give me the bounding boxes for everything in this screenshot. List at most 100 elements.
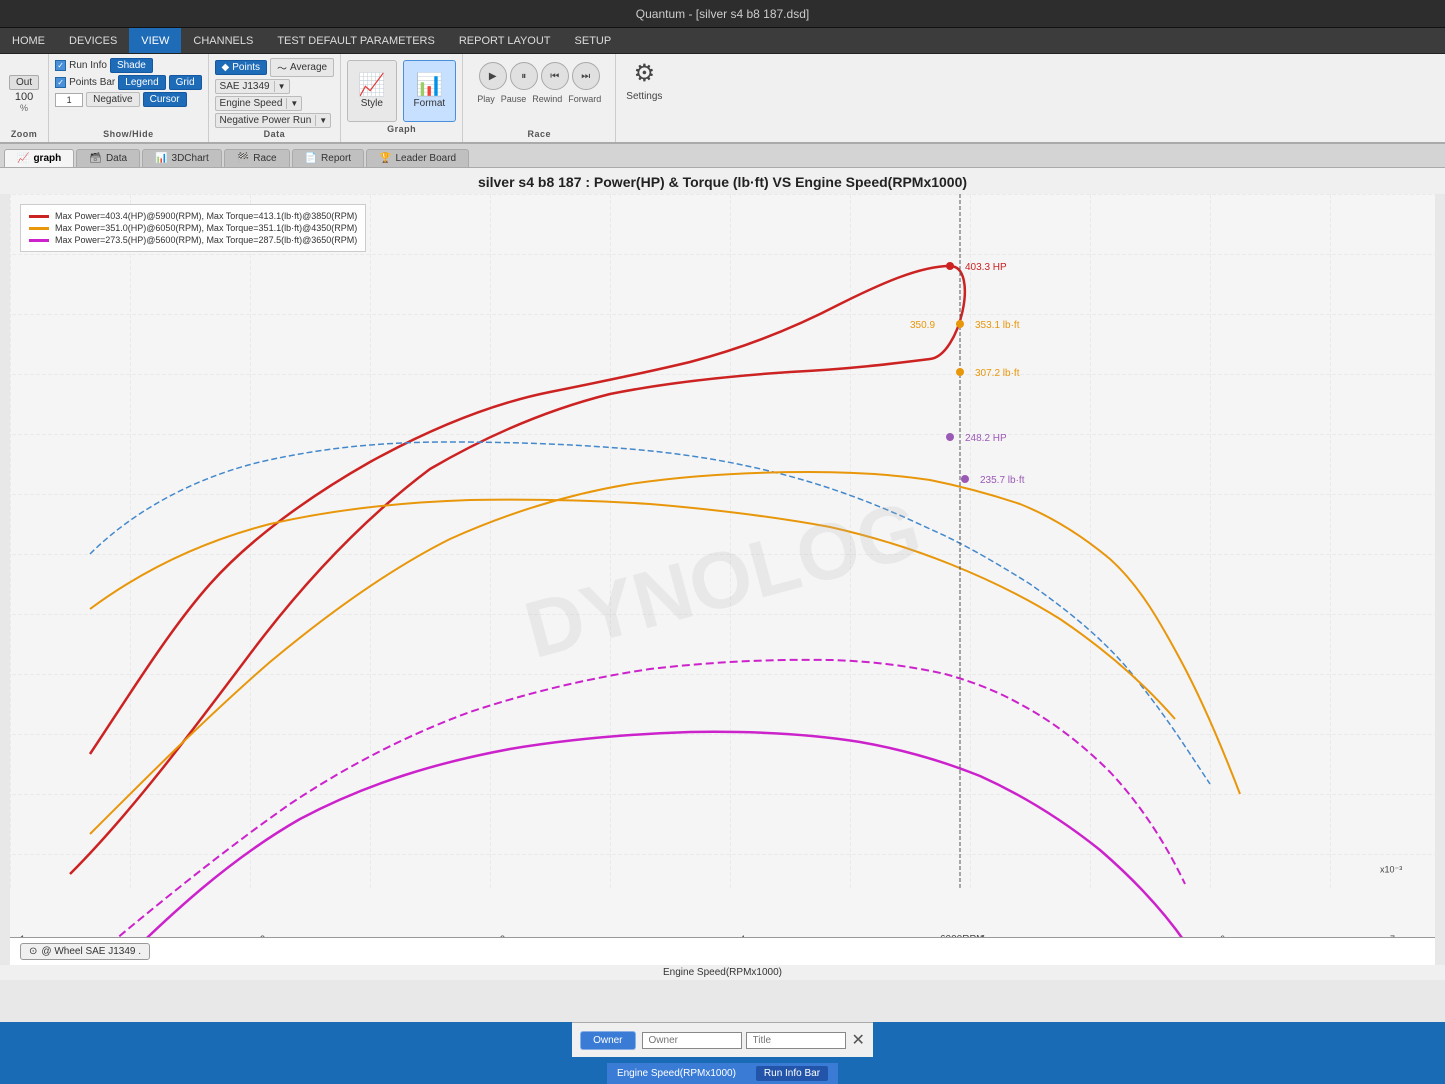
menu-view[interactable]: VIEW [129,28,181,53]
sae-arrow-icon: ▼ [274,81,289,92]
zoom-label: Zoom [0,129,48,139]
settings-button[interactable]: ⚙ Settings [616,54,672,116]
menu-channels[interactable]: CHANNELS [181,28,265,53]
zoom-out-button[interactable]: Out [9,75,39,90]
cursor-button[interactable]: Cursor [143,92,187,107]
graph-tab-label: graph [33,153,61,164]
tab-data[interactable]: 🗃 Data [76,149,140,167]
close-owner-icon[interactable]: ✕ [852,1030,865,1050]
legend-color-2 [29,239,49,242]
wheel-icon: ⊙ [29,946,37,957]
play-button[interactable]: ▶ [479,62,507,90]
forward-button[interactable]: ⏭ [572,62,600,90]
chart-title: silver s4 b8 187 : Power(HP) & Torque (l… [0,168,1445,194]
race-tab-icon: 🏁 [237,153,249,164]
window-title: Quantum - [silver s4 b8 187.dsd] [636,7,809,21]
rpm-bar-speed: Engine Speed(RPMx1000) [617,1068,736,1079]
graph-label: Graph [387,124,416,134]
annotation-hp3: 248.2 HP [965,433,1007,444]
x-axis-label: Engine Speed(RPMx1000) [663,967,782,978]
legend-item-2: Max Power=273.5(HP)@5600(RPM), Max Torqu… [29,235,357,245]
tab-bar: 📈 graph 🗃 Data 📊 3DChart 🏁 Race 📄 Report… [0,144,1445,168]
menu-test-default[interactable]: TEST DEFAULT PARAMETERS [265,28,447,53]
format-icon: 📊 [416,74,443,96]
grid-pattern [10,194,1435,888]
3dchart-tab-label: 3DChart [172,153,209,164]
race-tab-label: Race [253,153,276,164]
x-scale-exp: x10⁻³ [1380,864,1402,874]
run-info-checkbox[interactable]: ✓ Run Info [55,60,107,71]
owner-tab[interactable]: Owner [580,1031,635,1050]
owner-panel [642,1032,846,1049]
zoom-value: 100 [15,91,33,103]
tab-graph[interactable]: 📈 graph [4,149,74,167]
tab-report[interactable]: 📄 Report [292,149,364,167]
legend-button[interactable]: Legend [118,75,165,90]
annotation-torque2: 307.2 lb·ft [975,368,1020,379]
rewind-button[interactable]: ⏮ [541,62,569,90]
title-input[interactable] [746,1032,846,1049]
menu-home[interactable]: HOME [0,28,57,53]
grid-button[interactable]: Grid [169,75,202,90]
run-info-label: Run Info [69,60,107,71]
tab-3dchart[interactable]: 📊 3DChart [142,149,222,167]
sae-dropdown[interactable]: SAE J1349 ▼ [215,79,290,94]
title-bar: Quantum - [silver s4 b8 187.dsd] [0,0,1445,28]
report-tab-label: Report [321,153,351,164]
engine-speed-arrow-icon: ▼ [286,98,301,109]
graph-group: 📈 Style 📊 Format Graph [341,54,463,142]
points-bar-checkbox[interactable]: ✓ Points Bar [55,77,115,88]
menu-setup[interactable]: SETUP [563,28,624,53]
wheel-badge[interactable]: ⊙ @ Wheel SAE J1349 . [20,943,150,960]
3dchart-tab-icon: 📊 [155,153,167,164]
run-info-check-box: ✓ [55,60,66,71]
engine-speed-dropdown[interactable]: Engine Speed ▼ [215,96,303,111]
leaderboard-tab-label: Leader Board [396,153,457,164]
bottom-bar: ⊙ @ Wheel SAE J1349 . [10,937,1435,965]
style-icon: 📈 [358,74,385,96]
style-label: Style [361,98,383,109]
owner-tab-label: Owner [593,1035,622,1046]
report-tab-icon: 📄 [305,153,317,164]
annotation-point-hp1 [946,262,954,270]
style-button[interactable]: 📈 Style [347,60,396,122]
menu-bar: HOME DEVICES VIEW CHANNELS TEST DEFAULT … [0,28,1445,54]
tab-leaderboard[interactable]: 🏆 Leader Board [366,149,469,167]
rewind-label: Rewind [532,94,562,104]
legend-color-0 [29,215,49,218]
annotation-torque1: 353.1 lb·ft [975,320,1020,331]
race-label: Race [463,129,615,139]
leaderboard-tab-icon: 🏆 [379,153,391,164]
num-input[interactable] [55,93,83,107]
owner-input[interactable] [642,1032,742,1049]
pause-label: Pause [501,94,527,104]
menu-devices[interactable]: DEVICES [57,28,129,53]
pause-button[interactable]: ⏸ [510,62,538,90]
points-label: Points [232,62,260,73]
chart-container[interactable]: Max Power=403.4(HP)@5900(RPM), Max Torqu… [10,194,1435,965]
zoom-group: Out 100 % Zoom [0,54,49,142]
legend-item-0: Max Power=403.4(HP)@5900(RPM), Max Torqu… [29,211,357,221]
format-button[interactable]: 📊 Format [403,60,457,122]
annotation-point-hp3 [946,433,954,441]
average-button[interactable]: 〜 Average [270,58,334,77]
settings-label: Settings [626,91,662,102]
data-tab-label: Data [106,153,127,164]
x-axis-label-row: Engine Speed(RPMx1000) [0,965,1445,980]
tab-race[interactable]: 🏁 Race [224,149,290,167]
annotation-torque3: 235.7 lb·ft [980,475,1025,486]
negative-power-run-dropdown[interactable]: Negative Power Run ▼ [215,113,332,128]
chart-svg[interactable]: 403.3 HP 353.1 lb·ft 350.9 307.2 lb·ft 2… [10,194,1435,965]
shade-button[interactable]: Shade [110,58,153,73]
main-area: silver s4 b8 187 : Power(HP) & Torque (l… [0,168,1445,1022]
sae-label: SAE J1349 [216,80,274,93]
points-icon: ◆ [222,62,230,73]
annotation-torque1b: 350.9 [910,320,935,331]
points-button[interactable]: ◆ Points [215,60,268,75]
annotation-point-torque1 [956,320,964,328]
legend-item-1: Max Power=351.0(HP)@6050(RPM), Max Torqu… [29,223,357,233]
menu-report-layout[interactable]: REPORT LAYOUT [447,28,563,53]
race-group: ▶ ⏸ ⏮ ⏭ Play Pause Rewind Forward Race [463,54,616,142]
negative-button[interactable]: Negative [86,92,139,107]
ribbon: Out 100 % Zoom ✓ Run Info Shade ✓ Points… [0,54,1445,144]
